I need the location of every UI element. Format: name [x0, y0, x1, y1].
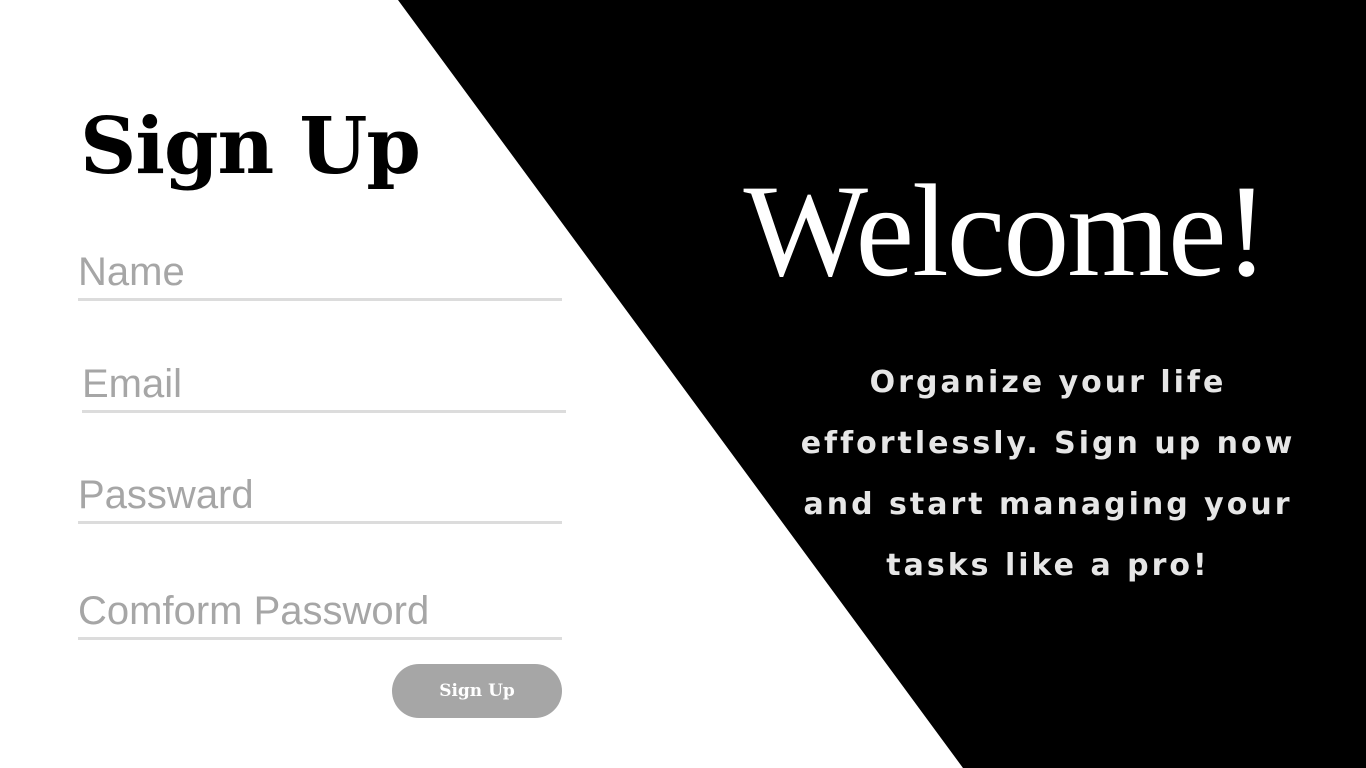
welcome-heading: Welcome!	[743, 157, 1268, 304]
confirm-password-input[interactable]	[78, 587, 562, 635]
name-field	[78, 246, 562, 301]
sign-up-button[interactable]: Sign Up	[392, 664, 562, 718]
email-field	[82, 358, 566, 413]
tagline-line: Organize your life	[869, 365, 1227, 400]
welcome-tagline: Organize your life effortlessly. Sign up…	[790, 352, 1306, 596]
page-title: Sign Up	[80, 101, 421, 192]
name-input[interactable]	[78, 248, 562, 296]
tagline-line: effortlessly. Sign up now	[800, 426, 1296, 461]
tagline-line: and start managing your	[803, 487, 1293, 522]
email-input[interactable]	[82, 360, 566, 408]
password-field	[78, 469, 562, 524]
signup-page: Sign Up Sign Up Welcome! Organize your l…	[0, 0, 1366, 768]
confirm-password-field	[78, 585, 562, 640]
password-input[interactable]	[78, 471, 562, 519]
tagline-line: tasks like a pro!	[886, 548, 1210, 583]
